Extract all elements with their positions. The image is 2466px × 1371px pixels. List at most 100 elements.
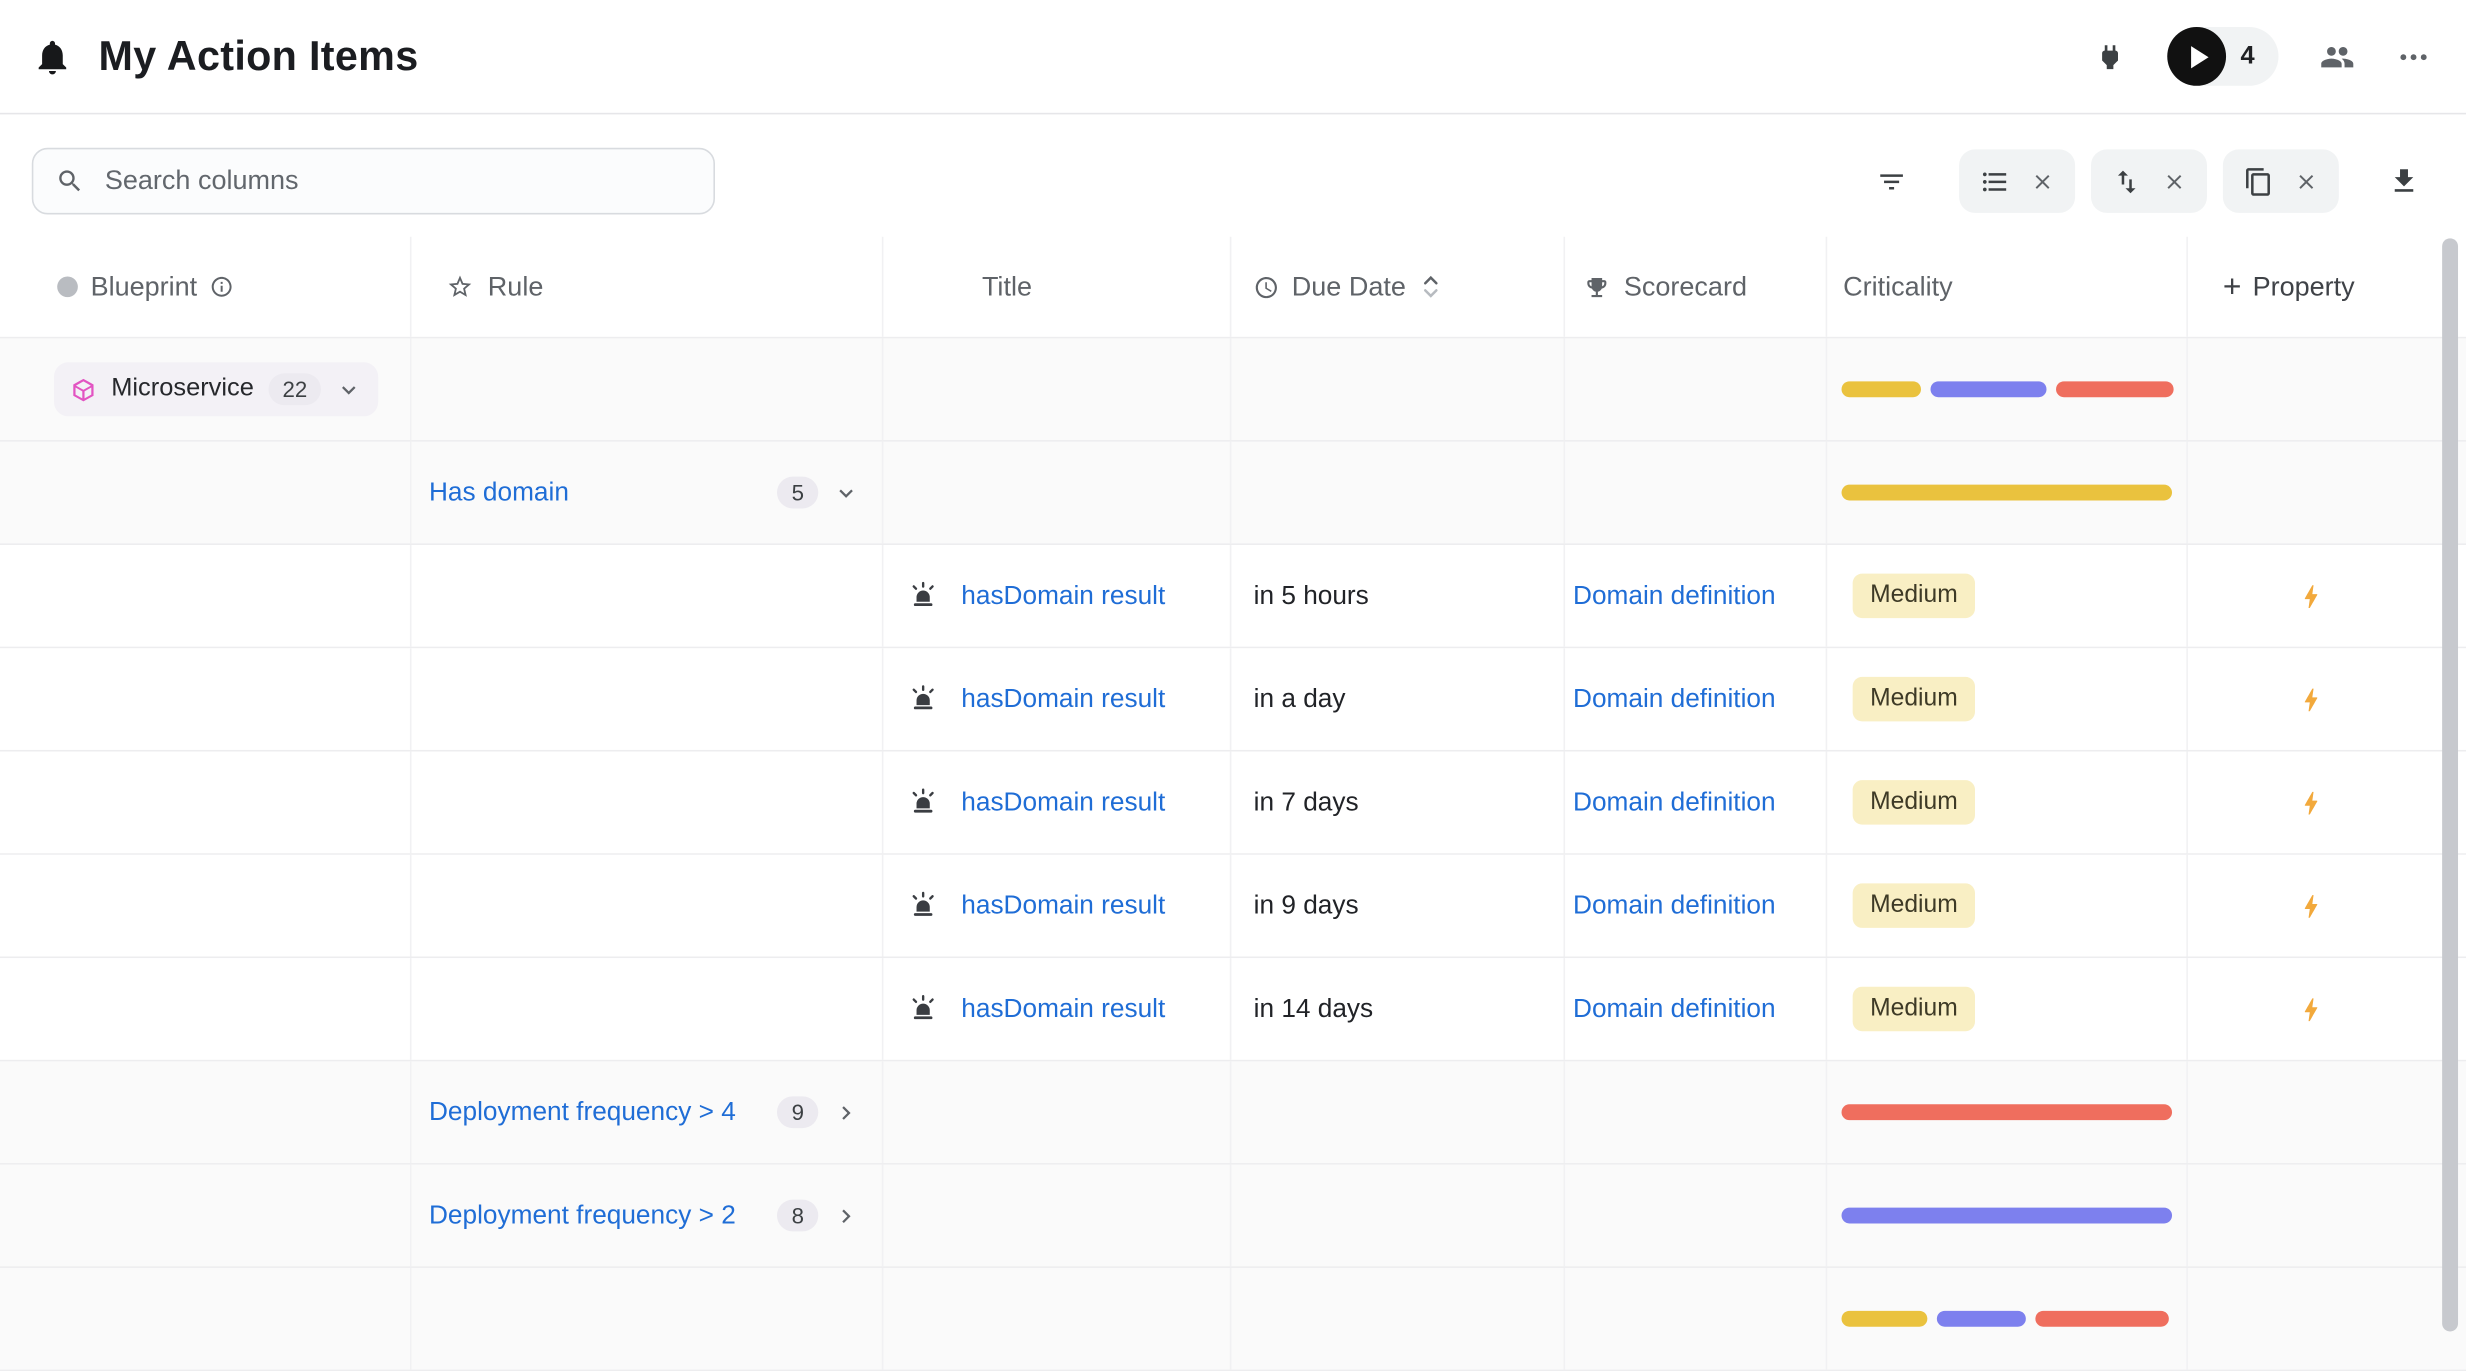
criticality-bar-red <box>1842 1104 2172 1120</box>
blueprint-group-label: Microservice <box>111 375 254 404</box>
more-options-icon[interactable] <box>2396 39 2431 74</box>
criticality-bar-red <box>2056 381 2174 397</box>
runs-count-badge: 4 <box>2240 42 2254 71</box>
clock-icon <box>1254 274 1279 299</box>
automation-bolt-icon <box>2296 684 2326 714</box>
scorecard-link[interactable]: Domain definition <box>1573 994 1776 1024</box>
criticality-badge: Medium <box>1853 574 1976 618</box>
plug-integrations-icon[interactable] <box>2094 41 2126 73</box>
criticality-bar-purple <box>1931 381 2047 397</box>
page-header-left: My Action Items <box>32 32 419 81</box>
column-label-scorecard: Scorecard <box>1624 271 1747 303</box>
scorecard-link[interactable]: Domain definition <box>1573 787 1776 817</box>
page-title: My Action Items <box>99 32 419 81</box>
toolbar-actions <box>1861 149 2435 213</box>
column-header-rule[interactable]: Rule <box>412 237 884 337</box>
runs-indicator[interactable]: 4 <box>2167 27 2278 86</box>
column-label-due-date: Due Date <box>1292 271 1406 303</box>
column-label-property: Property <box>2253 271 2355 303</box>
blueprint-group-row: Microservice 22 <box>0 338 2466 441</box>
rule-group-cell: Deployment frequency > 4 9 <box>412 1061 884 1163</box>
page-header: My Action Items 4 <box>0 0 2466 114</box>
rule-group-link[interactable]: Deployment frequency > 4 <box>429 1097 736 1127</box>
criticality-bar-yellow <box>1842 381 1921 397</box>
scorecard-link[interactable]: Domain definition <box>1573 581 1776 611</box>
add-property-button[interactable]: + Property <box>2188 237 2434 337</box>
column-header-criticality[interactable]: Criticality <box>1827 237 2188 337</box>
automation-bolt-icon <box>2296 581 2326 611</box>
action-items-table: Blueprint Rule Title Due Date <box>0 237 2466 1371</box>
group-columns-icon[interactable] <box>2244 166 2274 196</box>
list-view-icon[interactable] <box>1980 166 2010 196</box>
column-header-title[interactable]: Title <box>883 237 1231 337</box>
criticality-summary-cell <box>1827 442 2188 544</box>
due-date-value: in 5 hours <box>1254 581 1369 611</box>
search-columns-input[interactable] <box>102 164 691 199</box>
criticality-bar-purple <box>1937 1311 2026 1327</box>
rule-group-cell: Deployment frequency > 2 8 <box>412 1165 884 1267</box>
alarm-siren-icon <box>883 580 961 612</box>
chevron-right-icon[interactable] <box>833 1202 860 1229</box>
info-icon[interactable] <box>210 275 234 299</box>
sort-icon[interactable] <box>2112 166 2142 196</box>
action-item-title-link[interactable]: hasDomain result <box>961 581 1165 611</box>
plus-icon: + <box>2223 271 2242 303</box>
search-columns-box[interactable] <box>32 148 715 215</box>
column-header-blueprint[interactable]: Blueprint <box>32 237 412 337</box>
action-item-title-link[interactable]: hasDomain result <box>961 994 1165 1024</box>
scorecard-link[interactable]: Domain definition <box>1573 891 1776 921</box>
action-item-row: hasDomain result in 9 days Domain defini… <box>0 855 2466 958</box>
action-item-title-link[interactable]: hasDomain result <box>961 787 1165 817</box>
clear-group-by-icon[interactable] <box>2031 169 2055 193</box>
criticality-badge: Medium <box>1853 883 1976 927</box>
rule-group-row-deploy-freq-4: Deployment frequency > 4 9 <box>0 1061 2466 1164</box>
alarm-siren-icon <box>883 787 961 819</box>
column-label-rule: Rule <box>488 271 544 303</box>
chevron-down-icon[interactable] <box>833 479 860 506</box>
vertical-scrollbar[interactable] <box>2442 238 2458 1331</box>
action-item-title-link[interactable]: hasDomain result <box>961 891 1165 921</box>
criticality-bar-purple <box>1842 1208 2172 1224</box>
column-label-criticality: Criticality <box>1843 271 1953 303</box>
sort-direction-icon[interactable] <box>1422 275 1439 299</box>
rule-group-count: 9 <box>777 1096 818 1128</box>
filter-icon[interactable] <box>1861 149 1921 213</box>
criticality-badge: Medium <box>1853 780 1976 824</box>
play-icon <box>2167 27 2226 86</box>
clear-sort-icon[interactable] <box>2162 169 2186 193</box>
rule-group-link[interactable]: Has domain <box>429 477 569 507</box>
action-item-title-link[interactable]: hasDomain result <box>961 684 1165 714</box>
page-header-actions: 4 <box>2094 27 2431 86</box>
action-item-row: hasDomain result in a day Domain definit… <box>0 648 2466 751</box>
search-icon <box>56 167 85 196</box>
criticality-badge: Medium <box>1853 987 1976 1031</box>
chevron-right-icon[interactable] <box>833 1099 860 1126</box>
action-item-row: hasDomain result in 7 days Domain defini… <box>0 752 2466 855</box>
column-label-title: Title <box>982 271 1032 303</box>
group-by-control <box>1959 149 2075 213</box>
download-export-icon[interactable] <box>2374 149 2434 213</box>
column-header-due-date[interactable]: Due Date <box>1231 237 1565 337</box>
app-window: My Action Items 4 <box>0 0 2466 1346</box>
scorecard-link[interactable]: Domain definition <box>1573 684 1776 714</box>
action-item-row: hasDomain result in 14 days Domain defin… <box>0 958 2466 1061</box>
rule-group-count: 5 <box>777 477 818 509</box>
chevron-down-icon[interactable] <box>336 376 363 403</box>
rule-group-count: 8 <box>777 1200 818 1232</box>
automation-bolt-icon <box>2296 891 2326 921</box>
users-icon[interactable] <box>2320 39 2355 74</box>
blueprint-column-icon <box>57 276 78 297</box>
action-item-row: hasDomain result in 5 hours Domain defin… <box>0 545 2466 648</box>
criticality-summary-cell <box>1827 1061 2188 1163</box>
criticality-bar-red <box>2035 1311 2168 1327</box>
rule-group-row-has-domain: Has domain 5 <box>0 442 2466 545</box>
clear-grouping-icon[interactable] <box>2294 169 2318 193</box>
column-header-scorecard[interactable]: Scorecard <box>1565 237 1827 337</box>
rule-group-link[interactable]: Deployment frequency > 2 <box>429 1200 736 1230</box>
blueprint-group-cell: Microservice 22 <box>32 338 412 440</box>
criticality-bar-yellow <box>1842 485 2172 501</box>
criticality-summary-cell <box>1827 1165 2188 1267</box>
blueprint-chip-microservice[interactable]: Microservice 22 <box>54 362 379 416</box>
due-date-value: in 9 days <box>1254 891 1359 921</box>
due-date-value: in 7 days <box>1254 787 1359 817</box>
